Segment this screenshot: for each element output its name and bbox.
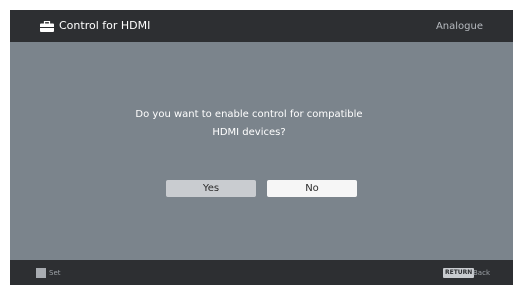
dialog-question: Do you want to enable control for compat… [10, 106, 488, 142]
set-button-icon [36, 268, 46, 278]
tv-screen: Control for HDMI Analogue Do you want to… [10, 10, 513, 285]
yes-button[interactable]: Yes [166, 180, 256, 197]
question-line-2: HDMI devices? [212, 127, 286, 138]
question-line-1: Do you want to enable control for compat… [135, 109, 363, 120]
return-key-icon: RETURN [443, 268, 475, 278]
toolbox-icon [40, 21, 54, 32]
back-label: Back [473, 269, 490, 277]
set-label: Set [49, 269, 61, 277]
bottom-bar: Set RETURN Back [10, 260, 513, 285]
page-title: Control for HDMI [59, 19, 151, 32]
top-bar: Control for HDMI Analogue [10, 10, 513, 42]
no-button[interactable]: No [267, 180, 357, 197]
input-source-label: Analogue [435, 21, 483, 32]
